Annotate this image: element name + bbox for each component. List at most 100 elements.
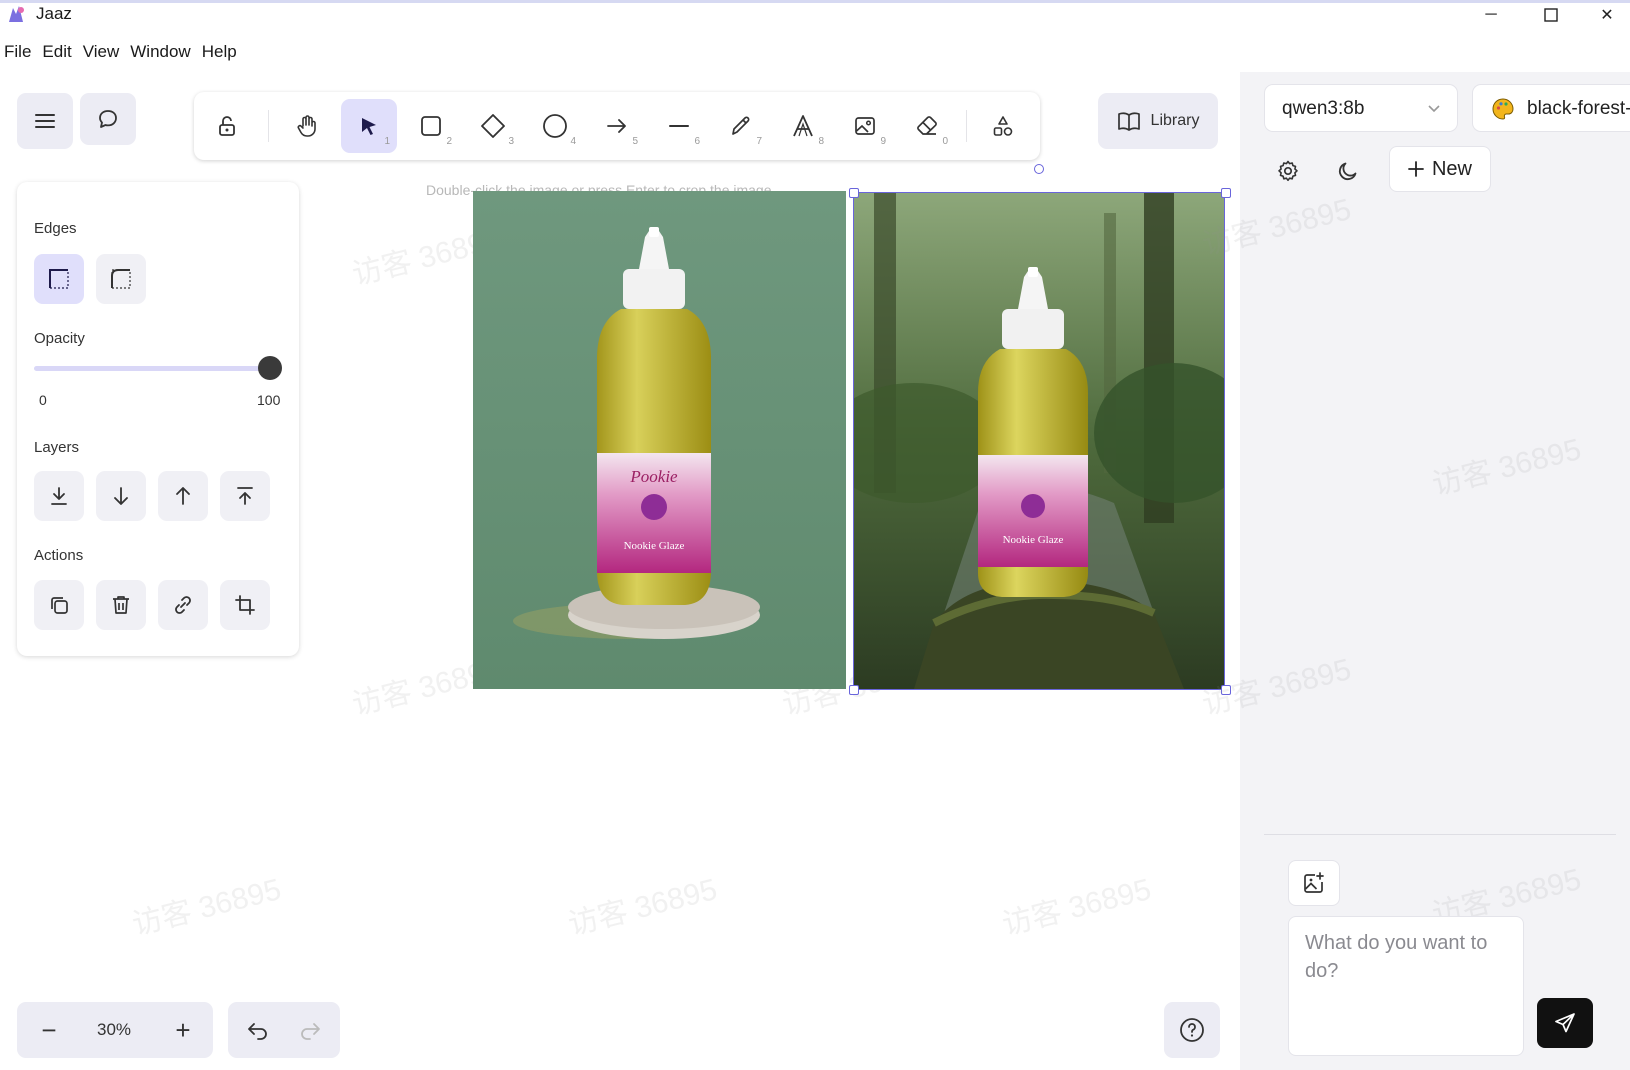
zoom-controls: − 30% + [17, 1002, 213, 1058]
rectangle-tool[interactable]: 2 [403, 99, 459, 153]
menu-edit[interactable]: Edit [38, 38, 78, 66]
ellipse-tool[interactable]: 4 [527, 99, 583, 153]
text-icon [793, 115, 813, 137]
send-to-back-button[interactable] [34, 471, 84, 521]
watermark: 访客 36895 [1429, 433, 1585, 502]
resize-handle-se[interactable] [1221, 685, 1231, 695]
watermark: 访客 36895 [565, 873, 721, 942]
menu-window[interactable]: Window [126, 38, 197, 66]
chevron-down-icon [1428, 105, 1440, 113]
cursor-icon [362, 118, 376, 135]
close-icon: ✕ [1600, 7, 1614, 24]
properties-panel: Edges Opacity 0 100 Layers Actions [17, 182, 299, 656]
shortcut-number: 7 [756, 136, 762, 147]
moon-icon [1338, 162, 1357, 181]
undo-icon [248, 1023, 267, 1040]
opacity-slider-track[interactable] [34, 366, 270, 371]
duplicate-button[interactable] [34, 580, 84, 630]
hand-tool[interactable] [279, 99, 335, 153]
library-button[interactable]: Library [1098, 93, 1218, 149]
selection-tool[interactable]: 1 [341, 99, 397, 153]
chat-bubble-icon [99, 110, 117, 128]
diamond-icon [481, 114, 505, 138]
diamond-tool[interactable]: 3 [465, 99, 521, 153]
text-tool[interactable]: 8 [775, 99, 831, 153]
chat-divider [1264, 834, 1616, 835]
title-bar: Jaaz ─ ✕ [0, 0, 1630, 34]
delete-button[interactable] [96, 580, 146, 630]
eraser-tool[interactable]: 0 [899, 99, 955, 153]
square-icon [421, 116, 441, 136]
lock-open-icon [219, 116, 235, 136]
hamburger-icon [35, 114, 55, 128]
arrow-tool[interactable]: 5 [589, 99, 645, 153]
menu-file[interactable]: File [0, 38, 38, 66]
title-bar-accent [0, 0, 1630, 3]
zoom-out-button[interactable]: − [29, 1010, 69, 1050]
more-shapes-tool[interactable] [975, 99, 1031, 153]
arrow-down-icon [114, 487, 128, 505]
maximize-button[interactable] [1528, 2, 1574, 28]
minus-icon: − [41, 1014, 57, 1045]
resize-handle-ne[interactable] [1221, 188, 1231, 198]
eraser-icon [917, 116, 937, 135]
image-model-value: black-forest-labs/flux-1.1-pro [1527, 98, 1630, 119]
palette-icon [1492, 98, 1514, 120]
rotate-handle[interactable] [1034, 164, 1044, 174]
help-button[interactable] [1164, 1002, 1220, 1058]
shortcut-number: 2 [446, 136, 452, 147]
image-icon [855, 117, 875, 135]
bring-to-front-button[interactable] [220, 471, 270, 521]
library-label: Library [1150, 112, 1200, 129]
comments-button[interactable] [80, 93, 136, 145]
product-image-1: Pookie Nookie Glaze [473, 191, 846, 689]
round-corners-icon [111, 269, 131, 289]
lock-tool[interactable] [199, 99, 255, 153]
menu-view[interactable]: View [79, 38, 127, 66]
resize-handle-nw[interactable] [849, 188, 859, 198]
minimize-button[interactable]: ─ [1468, 2, 1514, 28]
selection-frame [853, 192, 1225, 690]
shortcut-number: 5 [632, 136, 638, 147]
theme-toggle-button[interactable] [1324, 148, 1372, 194]
maximize-icon [1544, 8, 1558, 22]
app-logo-icon [9, 6, 24, 22]
shortcut-number: 9 [880, 136, 886, 147]
text-model-select[interactable]: qwen3:8b [1264, 84, 1458, 132]
sharp-corners-icon [49, 269, 69, 289]
opacity-slider-thumb[interactable] [258, 356, 282, 380]
bring-forward-button[interactable] [158, 471, 208, 521]
add-image-button[interactable] [1288, 860, 1340, 906]
shortcut-number: 0 [942, 136, 948, 147]
link-button[interactable] [158, 580, 208, 630]
toolbar-divider [268, 110, 269, 142]
settings-button[interactable] [1264, 148, 1312, 194]
chat-input[interactable]: What do you want to do? [1288, 916, 1524, 1056]
copy-icon [51, 597, 68, 614]
close-window-button[interactable]: ✕ [1584, 2, 1630, 28]
menu-help[interactable]: Help [198, 38, 244, 66]
round-edges-button[interactable] [96, 254, 146, 304]
send-to-back-icon [51, 487, 67, 505]
opacity-label: Opacity [34, 330, 85, 347]
new-chat-button[interactable]: New [1389, 146, 1491, 192]
undo-button[interactable] [236, 1010, 280, 1050]
resize-handle-sw[interactable] [849, 685, 859, 695]
shortcut-number: 6 [694, 136, 700, 147]
send-backward-button[interactable] [96, 471, 146, 521]
main-menu-button[interactable] [17, 93, 73, 149]
crop-button[interactable] [220, 580, 270, 630]
chat-panel: qwen3:8b black-forest-labs/flux-1.1-pro … [1199, 72, 1630, 1070]
line-tool[interactable]: 6 [651, 99, 707, 153]
image-model-select[interactable]: black-forest-labs/flux-1.1-pro [1472, 84, 1630, 132]
redo-button[interactable] [288, 1010, 332, 1050]
image-tool[interactable]: 9 [837, 99, 893, 153]
watermark: 访客 36895 [999, 873, 1155, 942]
canvas-image-green-backdrop[interactable]: Pookie Nookie Glaze [473, 191, 846, 689]
circle-icon [543, 114, 567, 138]
zoom-level[interactable]: 30% [97, 1020, 131, 1040]
zoom-in-button[interactable]: + [163, 1010, 203, 1050]
sharp-edges-button[interactable] [34, 254, 84, 304]
send-button[interactable] [1537, 998, 1593, 1048]
draw-tool[interactable]: 7 [713, 99, 769, 153]
